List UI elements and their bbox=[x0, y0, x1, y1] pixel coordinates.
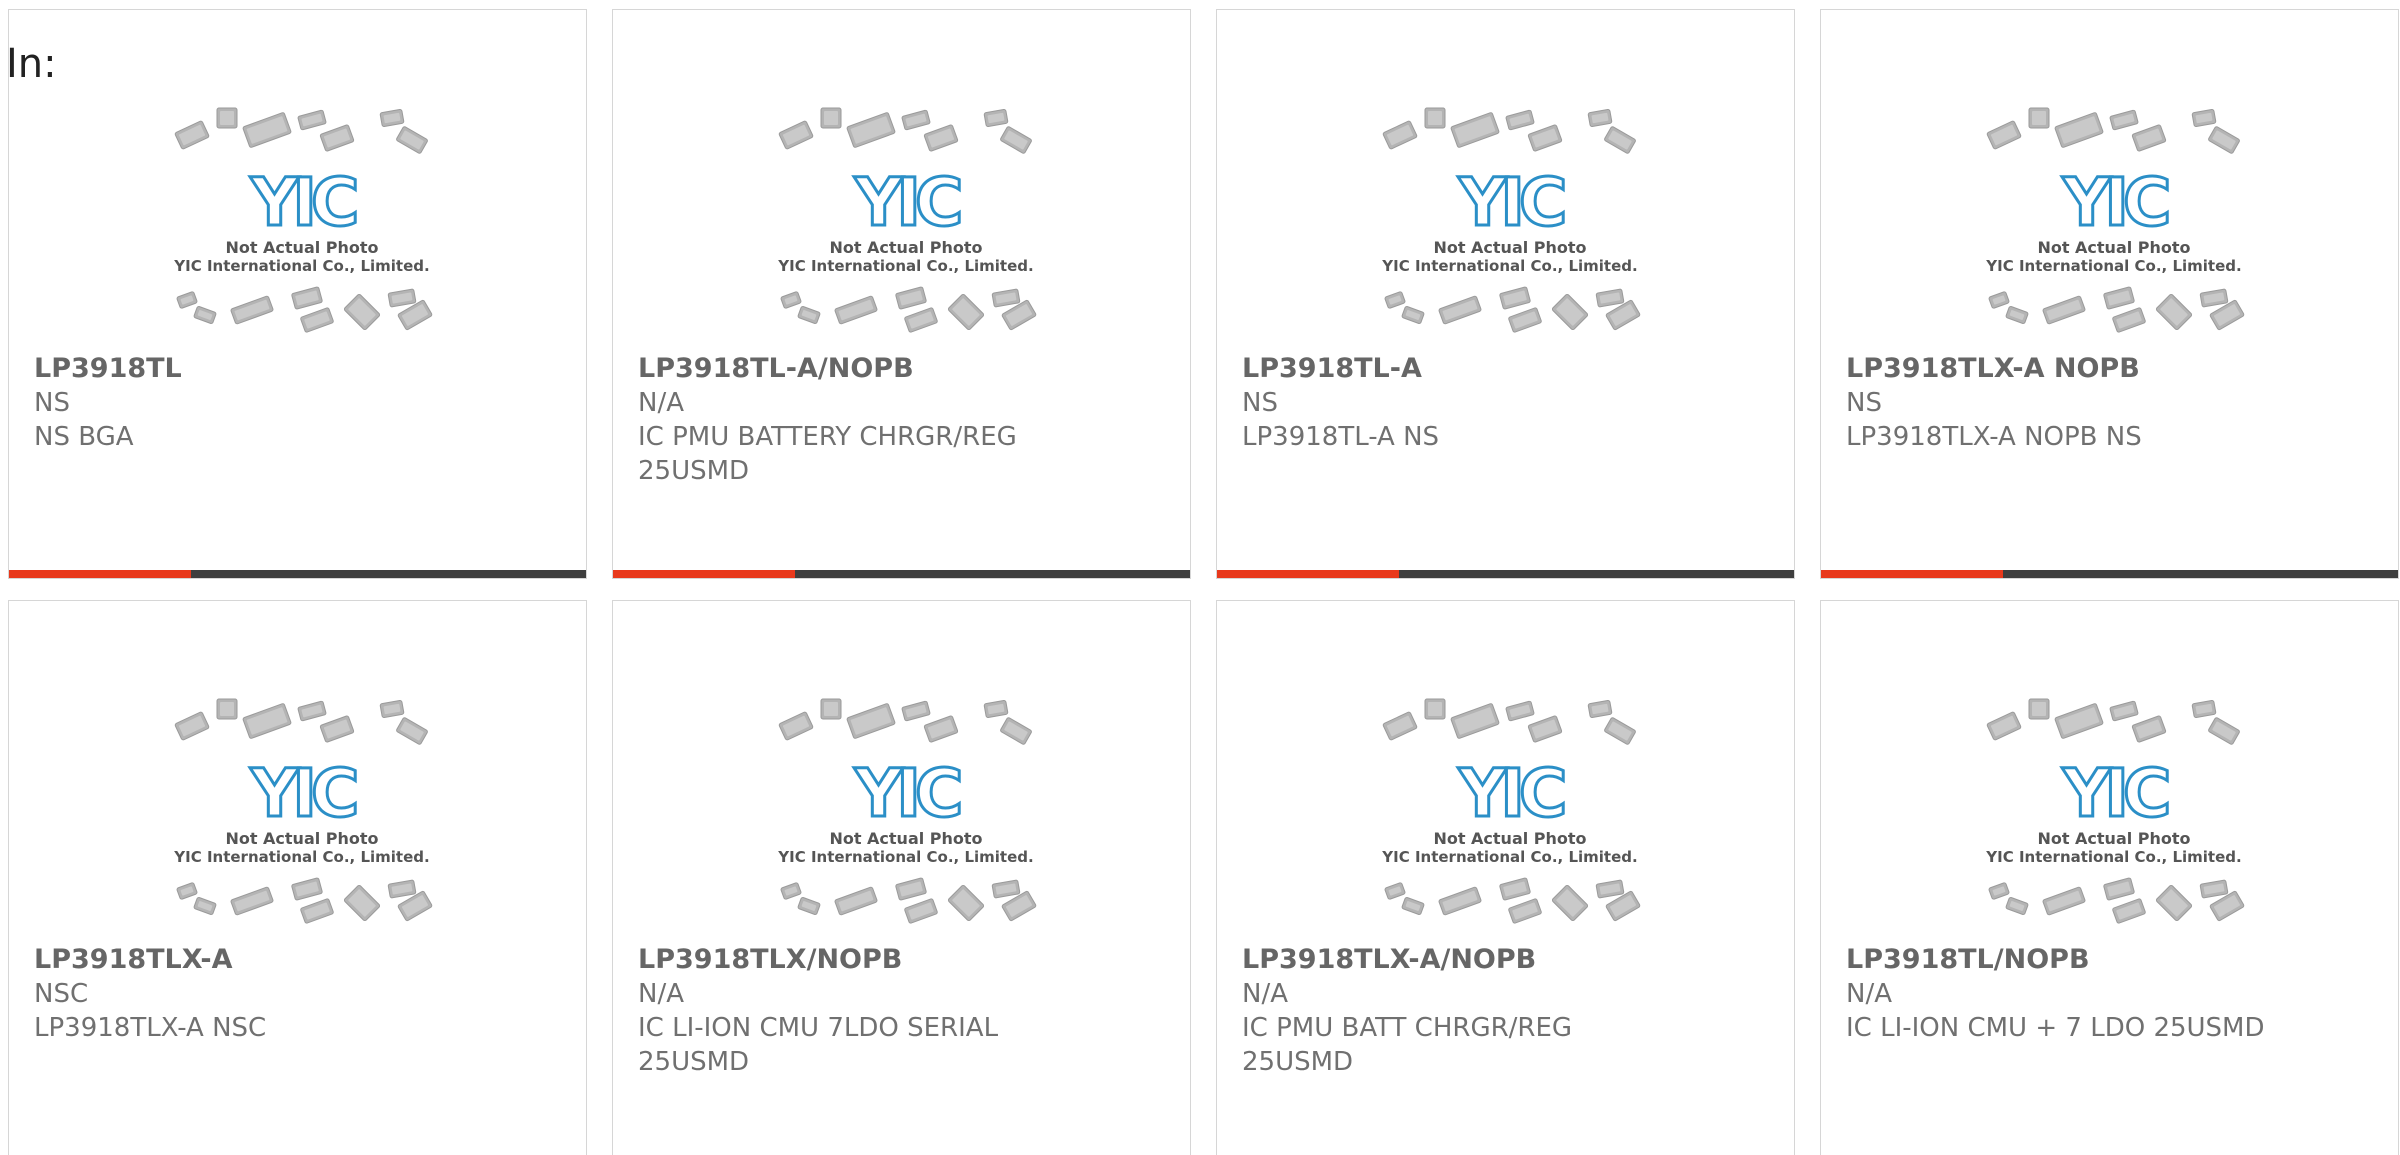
svg-text:YIC International Co., Limited: YIC International Co., Limited. bbox=[1985, 848, 2241, 866]
product-info: LP3918TLX-A NSC LP3918TLX-A NSC bbox=[34, 943, 564, 1045]
product-card[interactable]: YIC Not Actual Photo YIC International Co.… bbox=[612, 600, 1191, 1155]
placeholder-photo: YIC Not Actual Photo YIC International Co.… bbox=[771, 100, 1041, 350]
product-info: LP3918TLX-A/NOPB N/A IC PMU BATT CHRGR/R… bbox=[1242, 943, 1772, 1079]
svg-text:YIC: YIC bbox=[250, 164, 356, 241]
svg-text:YIC: YIC bbox=[250, 755, 356, 832]
part-number[interactable]: LP3918TL-A/NOPB bbox=[638, 352, 1168, 386]
card-accent-bar bbox=[613, 570, 795, 578]
svg-text:Not Actual Photo: Not Actual Photo bbox=[2037, 238, 2190, 257]
not-actual-photo-image: YICNot Actual PhotoYIC International Co.… bbox=[1381, 698, 1641, 924]
description: LP3918TLX-A NSC bbox=[34, 1013, 267, 1043]
svg-text:Not Actual Photo: Not Actual Photo bbox=[225, 829, 378, 848]
not-actual-photo-image: YICNot Actual PhotoYIC International Co.… bbox=[173, 107, 433, 333]
not-actual-photo-image: YICNot Actual PhotoYIC International Co.… bbox=[1985, 698, 2245, 924]
product-card[interactable]: YIC Not Actual Photo YIC International Co.… bbox=[1216, 600, 1795, 1155]
placeholder-photo: YIC Not Actual Photo YIC International Co.… bbox=[1375, 100, 1645, 350]
manufacturer: N/A bbox=[638, 388, 684, 418]
card-bottom-bar bbox=[1217, 570, 1794, 578]
description: IC LI-ION CMU 7LDO SERIAL 25USMD bbox=[638, 1013, 999, 1077]
product-card[interactable]: YIC Not Actual Photo YIC International Co.… bbox=[8, 600, 587, 1155]
card-accent-bar bbox=[9, 570, 191, 578]
part-number[interactable]: LP3918TLX-A NOPB bbox=[1846, 352, 2376, 386]
manufacturer: N/A bbox=[638, 979, 684, 1009]
card-accent-bar bbox=[1217, 570, 1399, 578]
product-info: LP3918TLX/NOPB N/A IC LI-ION CMU 7LDO SE… bbox=[638, 943, 1168, 1079]
manufacturer: N/A bbox=[1242, 979, 1288, 1009]
search-results-page: In: YIC Not Actual Photo YIC International… bbox=[0, 0, 2400, 1155]
svg-text:YIC International Co., Limited: YIC International Co., Limited. bbox=[173, 257, 429, 275]
part-number[interactable]: LP3918TL bbox=[34, 352, 564, 386]
card-bottom-bar bbox=[1821, 570, 2398, 578]
part-number[interactable]: LP3918TLX-A/NOPB bbox=[1242, 943, 1772, 977]
manufacturer: N/A bbox=[1846, 979, 1892, 1009]
description: LP3918TLX-A NOPB NS bbox=[1846, 422, 2142, 452]
not-actual-photo-image: YICNot Actual PhotoYIC International Co.… bbox=[1985, 107, 2245, 333]
svg-text:Not Actual Photo: Not Actual Photo bbox=[829, 829, 982, 848]
svg-text:YIC International Co., Limited: YIC International Co., Limited. bbox=[1381, 257, 1637, 275]
product-card[interactable]: YIC Not Actual Photo YIC International Co.… bbox=[1216, 9, 1795, 579]
description: LP3918TL-A NS bbox=[1242, 422, 1440, 452]
product-card[interactable]: YIC Not Actual Photo YIC International Co.… bbox=[1820, 9, 2399, 579]
svg-text:YIC: YIC bbox=[854, 164, 960, 241]
part-number[interactable]: LP3918TL/NOPB bbox=[1846, 943, 2376, 977]
product-card[interactable]: YIC Not Actual Photo YIC International Co.… bbox=[1820, 600, 2399, 1155]
svg-text:Not Actual Photo: Not Actual Photo bbox=[1433, 238, 1586, 257]
not-actual-photo-image: YICNot Actual PhotoYIC International Co.… bbox=[777, 107, 1037, 333]
product-card[interactable]: YIC Not Actual Photo YIC International Co.… bbox=[8, 9, 587, 579]
not-actual-photo-image: YICNot Actual PhotoYIC International Co.… bbox=[173, 698, 433, 924]
svg-text:Not Actual Photo: Not Actual Photo bbox=[1433, 829, 1586, 848]
manufacturer: NS bbox=[1846, 388, 1882, 418]
description: NS BGA bbox=[34, 422, 134, 452]
svg-text:YIC International Co., Limited: YIC International Co., Limited. bbox=[173, 848, 429, 866]
placeholder-photo: YIC Not Actual Photo YIC International Co.… bbox=[1375, 691, 1645, 941]
manufacturer: NS bbox=[1242, 388, 1278, 418]
svg-text:Not Actual Photo: Not Actual Photo bbox=[2037, 829, 2190, 848]
product-info: LP3918TL-A NS LP3918TL-A NS bbox=[1242, 352, 1772, 454]
product-info: LP3918TL NS NS BGA bbox=[34, 352, 564, 454]
description: IC LI-ION CMU + 7 LDO 25USMD bbox=[1846, 1013, 2265, 1043]
svg-text:Not Actual Photo: Not Actual Photo bbox=[829, 238, 982, 257]
manufacturer: NSC bbox=[34, 979, 89, 1009]
product-info: LP3918TL-A/NOPB N/A IC PMU BATTERY CHRGR… bbox=[638, 352, 1168, 488]
card-bottom-bar bbox=[9, 570, 586, 578]
part-number[interactable]: LP3918TL-A bbox=[1242, 352, 1772, 386]
in-label: In: bbox=[6, 41, 57, 87]
svg-text:YIC International Co., Limited: YIC International Co., Limited. bbox=[1381, 848, 1637, 866]
product-grid: YIC Not Actual Photo YIC International Co.… bbox=[8, 9, 2399, 1155]
svg-text:YIC: YIC bbox=[2062, 755, 2168, 832]
product-card[interactable]: YIC Not Actual Photo YIC International Co.… bbox=[612, 9, 1191, 579]
svg-text:Not Actual Photo: Not Actual Photo bbox=[225, 238, 378, 257]
placeholder-photo: YIC Not Actual Photo YIC International Co.… bbox=[771, 691, 1041, 941]
svg-text:YIC International Co., Limited: YIC International Co., Limited. bbox=[1985, 257, 2241, 275]
product-info: LP3918TLX-A NOPB NS LP3918TLX-A NOPB NS bbox=[1846, 352, 2376, 454]
placeholder-photo: YIC Not Actual Photo YIC International Co.… bbox=[167, 100, 437, 350]
card-bottom-bar bbox=[613, 570, 1190, 578]
description: IC PMU BATTERY CHRGR/REG 25USMD bbox=[638, 422, 1017, 486]
svg-text:YIC: YIC bbox=[854, 755, 960, 832]
placeholder-photo: YIC Not Actual Photo YIC International Co.… bbox=[167, 691, 437, 941]
part-number[interactable]: LP3918TLX-A bbox=[34, 943, 564, 977]
svg-text:YIC: YIC bbox=[2062, 164, 2168, 241]
svg-text:YIC International Co., Limited: YIC International Co., Limited. bbox=[777, 257, 1033, 275]
part-number[interactable]: LP3918TLX/NOPB bbox=[638, 943, 1168, 977]
product-info: LP3918TL/NOPB N/A IC LI-ION CMU + 7 LDO … bbox=[1846, 943, 2376, 1045]
not-actual-photo-image: YICNot Actual PhotoYIC International Co.… bbox=[777, 698, 1037, 924]
placeholder-photo: YIC Not Actual Photo YIC International Co.… bbox=[1979, 100, 2249, 350]
description: IC PMU BATT CHRGR/REG 25USMD bbox=[1242, 1013, 1573, 1077]
svg-text:YIC International Co., Limited: YIC International Co., Limited. bbox=[777, 848, 1033, 866]
not-actual-photo-image: YICNot Actual PhotoYIC International Co.… bbox=[1381, 107, 1641, 333]
card-accent-bar bbox=[1821, 570, 2003, 578]
svg-text:YIC: YIC bbox=[1458, 755, 1564, 832]
placeholder-photo: YIC Not Actual Photo YIC International Co.… bbox=[1979, 691, 2249, 941]
svg-text:YIC: YIC bbox=[1458, 164, 1564, 241]
manufacturer: NS bbox=[34, 388, 70, 418]
